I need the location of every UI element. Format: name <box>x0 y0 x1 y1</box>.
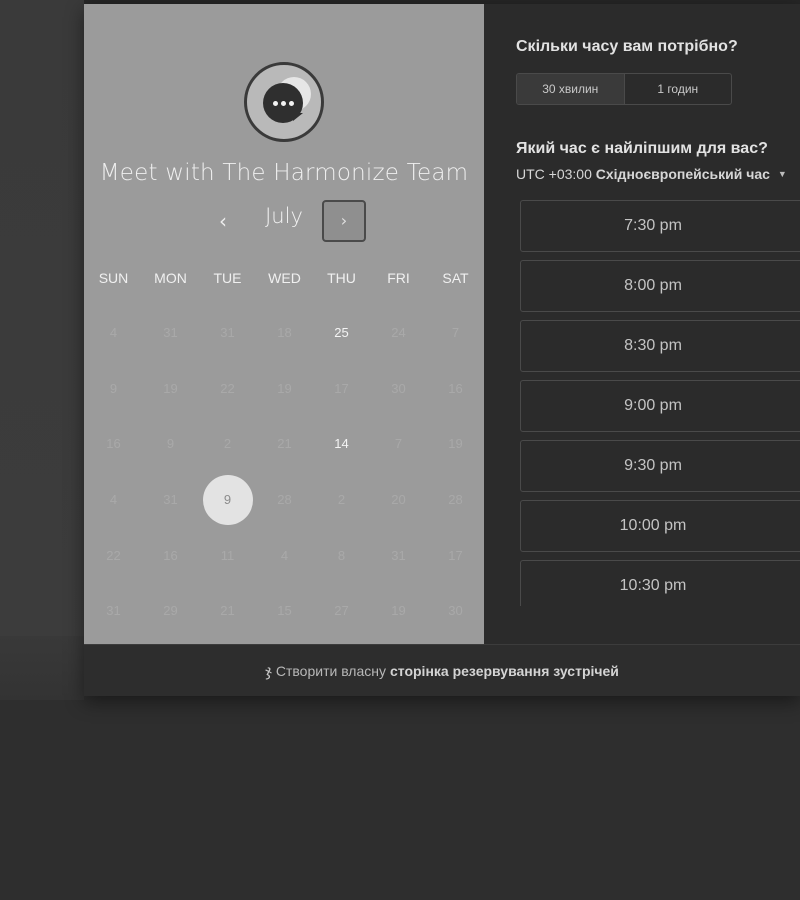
weekday-label: MON <box>154 270 187 286</box>
meeting-title: Meet with The Harmonize Team <box>99 160 469 186</box>
calendar-day-unavailable: 31 <box>391 547 406 563</box>
calendar-day-unavailable: 22 <box>220 380 235 396</box>
prev-month-button[interactable]: ‹ <box>208 206 238 236</box>
calendar-day-unavailable: 17 <box>448 547 463 563</box>
calendar-day-unavailable: 19 <box>163 380 178 396</box>
timezone-name: Східноєвропейський час <box>595 166 770 182</box>
page-background <box>0 0 84 636</box>
timezone-dropdown[interactable]: UTC +03:00 Східноєвропейський час ▼ <box>516 166 787 182</box>
calendar-day-unavailable: 16 <box>448 380 463 396</box>
time-slot[interactable]: 10:30 pm <box>520 560 800 606</box>
duration-question: Скільки часу вам потрібно? <box>516 38 738 55</box>
calendar-day-unavailable: 2 <box>223 436 232 452</box>
hubspot-sprocket-icon: ჯ <box>265 662 272 680</box>
calendar-day-available[interactable]: 25 <box>313 305 370 361</box>
calendar-day-unavailable: 19 <box>448 436 463 452</box>
page-background-band <box>0 636 84 700</box>
time-slot[interactable]: 8:30 pm <box>520 320 800 372</box>
time-slot[interactable]: 9:00 pm <box>520 380 800 432</box>
calendar-week-row: 4 31 31 18 25 24 7 <box>84 305 484 361</box>
calendar-day-unavailable: 11 <box>220 547 235 563</box>
footer-prefix: Створити власну <box>275 662 386 679</box>
timezone-offset: UTC +03:00 <box>516 166 592 182</box>
weekday-header: SUN MON TUE WED THU FRI SAT <box>84 270 484 286</box>
booking-panel: Скільки часу вам потрібно? 30 хвилин 1 г… <box>484 4 800 644</box>
calendar-day-unavailable: 18 <box>277 325 292 341</box>
time-slot[interactable]: 9:30 pm <box>520 440 800 492</box>
calendar-day-unavailable: 21 <box>220 603 235 619</box>
calendar-day-unavailable: 4 <box>109 325 118 341</box>
dots-icon <box>263 83 303 123</box>
calendar-panel: Meet with The Harmonize Team ‹ July › SU… <box>84 4 484 644</box>
weekday-label: THU <box>327 270 356 286</box>
calendar-grid: 4 31 31 18 25 24 7 9 19 22 19 17 30 16 16 9 2 21 14 7 19 4 31 9… <box>84 305 484 639</box>
calendar-day-unavailable: 30 <box>391 380 406 396</box>
calendar-day-unavailable: 7 <box>394 436 403 452</box>
time-question: Який час є найліпшим для вас? <box>516 140 768 157</box>
calendar-day-unavailable: 7 <box>451 325 460 341</box>
calendar-day-unavailable: 16 <box>163 547 178 563</box>
duration-option-30min[interactable]: 30 хвилин <box>517 74 625 104</box>
time-slot[interactable]: 7:30 pm <box>520 200 800 252</box>
month-navigation: ‹ July › <box>84 200 484 242</box>
weekday-label: SAT <box>442 270 469 286</box>
calendar-day-unavailable: 24 <box>391 325 406 341</box>
weekday-label: TUE <box>213 270 242 286</box>
footer-bar: ჯ Створити власну сторінка резервування … <box>84 644 800 696</box>
calendar-week-row: 16 9 2 21 14 7 19 <box>84 416 484 472</box>
caret-down-icon: ▼ <box>777 169 787 179</box>
calendar-day-unavailable: 16 <box>106 436 121 452</box>
calendar-day-unavailable: 20 <box>391 492 406 508</box>
time-slot[interactable]: 10:00 pm <box>520 500 800 552</box>
calendar-week-row: 4 31 9 28 2 20 28 <box>84 472 484 528</box>
calendar-day-unavailable: 9 <box>166 436 175 452</box>
team-avatar <box>244 62 324 142</box>
calendar-day-unavailable: 21 <box>277 436 292 452</box>
calendar-day-unavailable: 31 <box>163 492 178 508</box>
calendar-day-unavailable: 9 <box>109 380 118 396</box>
calendar-week-row: 31 29 21 15 27 19 30 <box>84 583 484 639</box>
calendar-day-unavailable: 19 <box>277 380 292 396</box>
calendar-day-unavailable: 8 <box>337 547 346 563</box>
weekday-label: FRI <box>387 270 410 286</box>
calendar-day-unavailable: 28 <box>277 492 292 508</box>
calendar-week-row: 22 16 11 4 8 31 17 <box>84 527 484 583</box>
weekday-label: WED <box>268 270 301 286</box>
duration-selector: 30 хвилин 1 годин <box>516 73 732 105</box>
calendar-day-unavailable: 28 <box>448 492 463 508</box>
calendar-day-available[interactable]: 14 <box>313 416 370 472</box>
selected-day-number: 9 <box>202 474 253 525</box>
calendar-day-unavailable: 4 <box>280 547 289 563</box>
calendar-day-unavailable: 15 <box>277 603 292 619</box>
calendar-day-unavailable: 31 <box>106 603 121 619</box>
duration-option-1hour[interactable]: 1 годин <box>625 74 732 104</box>
calendar-day-unavailable: 2 <box>337 492 346 508</box>
calendar-week-row: 9 19 22 19 17 30 16 <box>84 361 484 417</box>
meetings-widget: Meet with The Harmonize Team ‹ July › SU… <box>84 4 800 696</box>
calendar-day-unavailable: 22 <box>106 547 121 563</box>
calendar-day-unavailable: 31 <box>163 325 178 341</box>
calendar-day-unavailable: 17 <box>334 380 349 396</box>
calendar-day-unavailable: 31 <box>220 325 235 341</box>
weekday-label: SUN <box>98 270 129 286</box>
time-slot[interactable]: 8:00 pm <box>520 260 800 312</box>
time-slot-list[interactable]: 7:30 pm 8:00 pm 8:30 pm 9:00 pm 9:30 pm … <box>520 200 800 606</box>
calendar-day-selected[interactable]: 9 <box>199 472 256 528</box>
next-month-button[interactable]: › <box>322 200 366 242</box>
footer-link[interactable]: сторінка резервування зустрічей <box>390 663 619 679</box>
calendar-day-unavailable: 27 <box>334 603 349 619</box>
calendar-day-unavailable: 29 <box>163 603 178 619</box>
calendar-day-unavailable: 4 <box>109 492 118 508</box>
calendar-day-unavailable: 30 <box>448 603 463 619</box>
month-label: July <box>265 204 303 228</box>
calendar-day-unavailable: 19 <box>391 603 406 619</box>
